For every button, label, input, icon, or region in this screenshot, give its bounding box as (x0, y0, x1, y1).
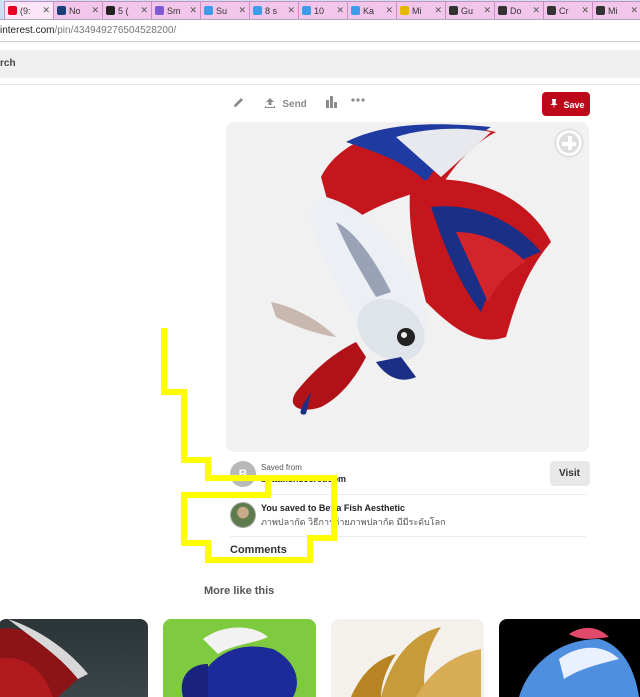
send-button[interactable]: Send (264, 96, 307, 110)
header-divider (0, 84, 640, 85)
browser-tab-label: 10 (314, 6, 325, 16)
board-name-link[interactable]: Betta Fish Aesthetic (319, 503, 405, 513)
visual-search-icon[interactable] (556, 130, 582, 156)
close-tab-icon[interactable]: ✕ (42, 5, 50, 16)
url-path: /pin/434949276504528200/ (54, 25, 177, 36)
more-like-this-heading: More like this (204, 585, 275, 597)
close-tab-icon[interactable]: ✕ (91, 5, 99, 16)
section-divider (230, 494, 586, 495)
section-divider (230, 536, 586, 537)
browser-tab-label: Cr (559, 6, 569, 16)
close-tab-icon[interactable]: ✕ (483, 5, 491, 16)
visit-button[interactable]: Visit (550, 461, 590, 486)
github-icon (449, 6, 458, 15)
bp-icon (57, 6, 66, 15)
search-input[interactable]: rch (0, 58, 16, 69)
close-tab-icon[interactable]: ✕ (385, 5, 393, 16)
user-avatar[interactable] (230, 502, 256, 528)
pencil-icon[interactable] (233, 96, 245, 111)
browser-tab[interactable]: 5 ( ✕ (102, 1, 153, 19)
close-tab-icon[interactable]: ✕ (238, 5, 246, 16)
related-pin-thumbnail[interactable] (163, 619, 316, 697)
send-label: Send (282, 99, 307, 110)
browser-tab-label: Mi (608, 6, 618, 16)
close-tab-icon[interactable]: ✕ (287, 5, 295, 16)
github-icon (498, 6, 507, 15)
browser-tab[interactable]: Sm ✕ (151, 1, 202, 19)
browser-tab[interactable]: Gu ✕ (445, 1, 496, 19)
browser-tab[interactable]: Ka ✕ (347, 1, 398, 19)
blue-betta-thumbnail-art (181, 627, 297, 697)
close-tab-icon[interactable]: ✕ (336, 5, 344, 16)
ellipsis-icon[interactable] (351, 94, 365, 109)
save-button[interactable]: Save (542, 92, 590, 116)
close-tab-icon[interactable]: ✕ (581, 5, 589, 16)
close-tab-icon[interactable]: ✕ (630, 5, 638, 16)
browser-tab[interactable]: Mi ✕ (592, 1, 640, 19)
browser-tab-label: (9: (20, 6, 31, 16)
pin-icon (550, 99, 558, 109)
pin-source: B Saved from bettafishsecret.com Visit (230, 460, 590, 492)
related-pin-thumbnail[interactable] (331, 619, 484, 697)
browser-tab[interactable]: (9: ✕ (4, 1, 55, 19)
browser-tab[interactable]: No ✕ (53, 1, 104, 19)
browser-tab-label: Ka (363, 6, 375, 16)
github-icon (547, 6, 556, 15)
source-avatar: B (230, 461, 256, 487)
gold-betta-thumbnail-art (351, 627, 481, 697)
browser-tab-label: Su (216, 6, 228, 16)
upload-icon (265, 98, 275, 108)
browser-tab-label: Gu (461, 6, 474, 16)
close-tab-icon[interactable]: ✕ (532, 5, 540, 16)
browser-tab[interactable]: 8 s ✕ (249, 1, 300, 19)
close-tab-icon[interactable]: ✕ (140, 5, 148, 16)
pin-image[interactable] (226, 122, 589, 452)
browser-tab[interactable]: 10 ✕ (298, 1, 349, 19)
url-domain: interest.com (0, 25, 55, 36)
globe-icon (155, 6, 164, 15)
bird-icon (204, 6, 213, 15)
address-bar[interactable]: interest.com/pin/434949276504528200/ (0, 20, 640, 42)
browser-tab-label: 5 ( (118, 6, 129, 16)
close-tab-icon[interactable]: ✕ (189, 5, 197, 16)
close-tab-icon[interactable]: ✕ (434, 5, 442, 16)
browser-tab-label: No (69, 6, 81, 16)
browser-tab-label: Do (510, 6, 522, 16)
bird-icon (351, 6, 360, 15)
saved-to-prefix: You saved to (261, 503, 317, 513)
pin-action-bar: Send Save (226, 92, 590, 118)
browser-tab-label: 8 s (265, 6, 278, 16)
browser-tab-label: Mi (412, 6, 422, 16)
save-label: Save (563, 100, 585, 110)
pinterest-icon (8, 6, 17, 15)
search-bar[interactable]: rch (0, 50, 640, 78)
bird-icon (253, 6, 262, 15)
related-pin-thumbnail[interactable] (0, 619, 148, 697)
bar-chart-icon[interactable] (325, 96, 338, 111)
comments-heading[interactable]: Comments (230, 544, 287, 556)
saved-to-text: You saved to Betta Fish Aesthetic (261, 503, 405, 513)
github-icon (596, 6, 605, 15)
saved-from-label: Saved from (261, 463, 302, 472)
blue-white-betta-thumbnail-art (519, 627, 639, 697)
browser-tab[interactable]: Cr ✕ (543, 1, 594, 19)
browser-tab[interactable]: Do ✕ (494, 1, 545, 19)
saved-to-row: You saved to Betta Fish Aesthetic ภาพปลา… (230, 500, 590, 532)
betta-fish-illustration (271, 124, 551, 415)
browser-tab[interactable]: Mi ✕ (396, 1, 447, 19)
browser-tab-label: Sm (167, 6, 181, 16)
tools-icon (106, 6, 115, 15)
red-betta-thumbnail-art (0, 619, 88, 697)
browser-tab[interactable]: Su ✕ (200, 1, 251, 19)
browser-tab-bar: (9: ✕ No ✕ 5 (✕ Sm ✕ Su ✕ 8 s ✕ 10 ✕ Ka ✕ Mi ✕ Gu ✕ Do ✕ Cr ✕ M… (0, 0, 640, 20)
related-pin-thumbnail[interactable] (499, 619, 640, 697)
bird-icon (302, 6, 311, 15)
source-domain-link[interactable]: bettafishsecret.com (261, 474, 346, 484)
board-description: ภาพปลากัด วิธีการถ่ายภาพปลากัด มีมีระดับ… (261, 517, 446, 527)
d-icon (400, 6, 409, 15)
